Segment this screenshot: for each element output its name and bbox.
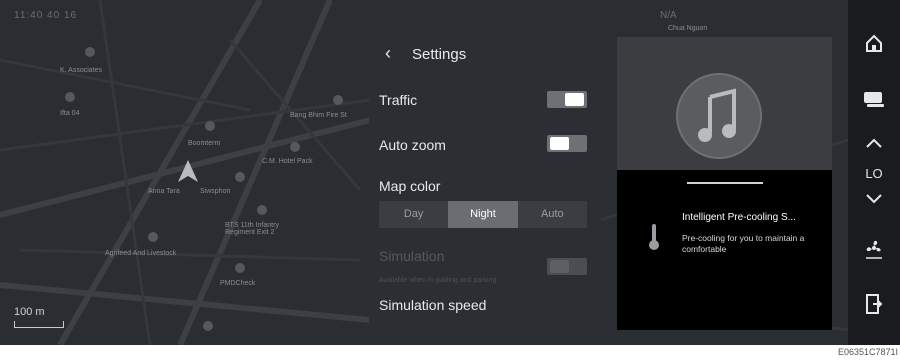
simulation-toggle[interactable] — [547, 258, 587, 275]
status-right: N/A — [660, 10, 677, 21]
poi-label: Boomterm — [188, 140, 221, 147]
chevron-up-icon — [866, 138, 882, 148]
poi-label: Agrifeed And Livestock — [105, 250, 177, 257]
back-button[interactable]: ‹ — [385, 43, 391, 64]
map-color-day[interactable]: Day — [379, 201, 448, 228]
poi-label: K. Associates — [60, 67, 103, 74]
music-note-icon — [698, 88, 736, 142]
notification-body: Pre-cooling for you to maintain a comfor… — [682, 233, 805, 254]
fan-icon — [866, 240, 882, 259]
notification-title: Intelligent Pre-cooling S... — [682, 212, 796, 223]
music-disc — [676, 73, 762, 159]
right-control-rail: LO — [848, 0, 900, 345]
poi-label: Anna Tara — [148, 188, 180, 195]
chevron-down-icon — [866, 194, 882, 204]
door-exit-button[interactable] — [848, 293, 900, 315]
simulation-label: Simulation — [379, 248, 445, 264]
fan-up-button[interactable] — [848, 137, 900, 149]
door-exit-icon — [866, 294, 883, 314]
poi-label: PMDCheck — [220, 280, 256, 287]
poi-label: Ifta 04 — [60, 110, 80, 117]
image-code: E06351C7871I — [837, 347, 898, 357]
album-art — [617, 37, 832, 170]
fan-button[interactable] — [848, 236, 900, 260]
map-color-night[interactable]: Night — [448, 201, 518, 228]
poi-label: Chua Nguon — [668, 25, 708, 32]
simulation-speed-label: Simulation speed — [379, 297, 487, 313]
car-screen: 11:40 40 16 N/A K. Associates Ifta 04 Ba… — [0, 0, 900, 345]
fan-down-button[interactable] — [848, 192, 900, 204]
media-card[interactable]: Intelligent Pre-cooling S... Pre-cooling… — [617, 37, 832, 330]
settings-title: Settings — [412, 46, 467, 63]
traffic-toggle[interactable] — [547, 91, 587, 108]
map-color-selector: Day Night Auto — [379, 201, 587, 228]
display-icon — [864, 92, 884, 107]
traffic-label: Traffic — [379, 92, 418, 108]
card-drag-handle[interactable] — [687, 182, 763, 184]
poi-label: C.M. Hotel Pack — [262, 158, 313, 165]
map-scale-bar — [14, 321, 64, 328]
poi-label: BTS 11th Infantry Regiment Exit 2 — [225, 222, 279, 236]
map-scale-label: 100 m — [14, 306, 45, 318]
map-color-label: Map color — [379, 178, 441, 194]
status-left: 11:40 40 16 — [14, 10, 78, 21]
poi-label: Siwsphon — [200, 188, 231, 195]
auto-zoom-toggle[interactable] — [547, 135, 587, 152]
auto-zoom-label: Auto zoom — [379, 137, 446, 153]
poi-label: Bang Bhim Fire St — [290, 112, 347, 119]
thermometer-icon — [649, 224, 659, 250]
home-button[interactable] — [848, 33, 900, 53]
fan-level: LO — [865, 166, 883, 181]
display-button[interactable] — [848, 90, 900, 108]
settings-panel: ‹ Settings Traffic Auto zoom Map color D… — [369, 37, 601, 333]
simulation-hint: Available when in guiding and parking — [379, 277, 497, 284]
home-icon — [866, 34, 882, 52]
map-color-auto[interactable]: Auto — [518, 201, 587, 228]
